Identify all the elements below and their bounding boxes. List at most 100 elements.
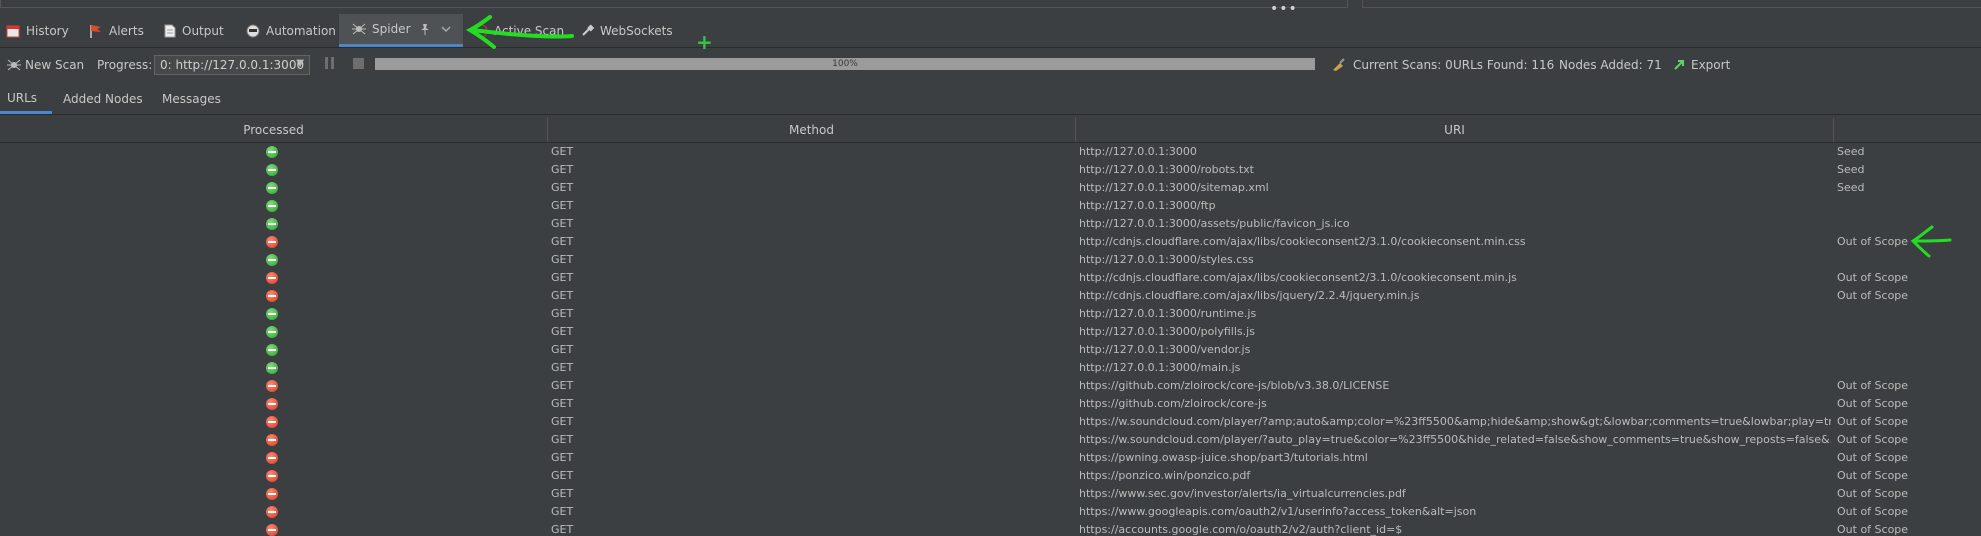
table-row[interactable]: GET https://accounts.google.com/o/oauth2/…: [0, 521, 1981, 536]
method-cell: GET: [551, 307, 574, 320]
column-header-method[interactable]: Method: [548, 118, 1076, 142]
method-cell: GET: [551, 523, 574, 536]
processed-blocked-icon: [266, 470, 278, 482]
table-row[interactable]: GET http://cdnjs.cloudflare.com/ajax/libs…: [0, 269, 1981, 287]
new-scan-button[interactable]: New Scan: [7, 50, 84, 80]
tab-output[interactable]: Output: [164, 14, 230, 47]
chevron-down-icon: ▼: [296, 58, 304, 69]
table-row[interactable]: GET http://127.0.0.1:3000 Seed: [0, 143, 1981, 161]
method-cell: GET: [551, 487, 574, 500]
table-row[interactable]: GET https://ponzico.win/ponzico.pdf Out of…: [0, 467, 1981, 485]
flags-cell: Seed: [1837, 181, 1865, 194]
pin-icon[interactable]: [419, 23, 431, 35]
spider-icon: [352, 22, 366, 36]
subtab-added-nodes[interactable]: Added Nodes: [63, 84, 143, 114]
method-cell: GET: [551, 235, 574, 248]
flags-cell: Seed: [1837, 163, 1865, 176]
table-row[interactable]: GET http://127.0.0.1:3000/assets/public/f…: [0, 215, 1981, 233]
tab-automation[interactable]: Automation: [246, 14, 336, 47]
table-row[interactable]: GET https://pwning.owasp-juice.shop/part3…: [0, 449, 1981, 467]
column-header-processed[interactable]: Processed: [0, 118, 548, 142]
table-row[interactable]: GET http://127.0.0.1:3000/styles.css: [0, 251, 1981, 269]
table-row[interactable]: GET http://127.0.0.1:3000/main.js: [0, 359, 1981, 377]
table-row[interactable]: GET http://127.0.0.1:3000/vendor.js: [0, 341, 1981, 359]
uri-cell: http://127.0.0.1:3000/main.js: [1079, 361, 1241, 374]
add-tab-button[interactable]: +: [696, 32, 713, 52]
flags-cell: Out of Scope: [1837, 235, 1909, 248]
splitter-handle[interactable]: •••: [1270, 2, 1298, 16]
uri-cell: https://accounts.google.com/o/oauth2/v2/…: [1079, 523, 1403, 536]
export-button[interactable]: Export: [1673, 50, 1730, 80]
column-header-uri[interactable]: URI: [1076, 118, 1834, 142]
chevron-down-icon[interactable]: [440, 25, 451, 33]
tab-websockets[interactable]: WebSockets: [580, 14, 680, 47]
flags-cell: [1837, 305, 1977, 323]
flags-cell: [1837, 359, 1977, 377]
tab-label: History: [26, 23, 69, 38]
table-row[interactable]: GET http://127.0.0.1:3000/ftp: [0, 197, 1981, 215]
processed-ok-icon: [266, 218, 278, 230]
processed-ok-icon: [266, 362, 278, 374]
tab-spider[interactable]: Spider: [339, 14, 463, 47]
table-row[interactable]: GET https://github.com/zloirock/core-js Ou…: [0, 395, 1981, 413]
uri-cell: http://127.0.0.1:3000/robots.txt: [1079, 163, 1254, 176]
method-cell: GET: [551, 325, 574, 338]
method-cell: GET: [551, 271, 574, 284]
bottom-panel-tabbar: History Alerts Output Automation Spider: [0, 14, 1981, 52]
table-row[interactable]: GET http://127.0.0.1:3000/sitemap.xml Seed: [0, 179, 1981, 197]
progress-select-value: 0: http://127.0.0.1:3000: [160, 58, 305, 72]
uri-cell: https://www.googleapis.com/oauth2/v1/use…: [1079, 505, 1477, 518]
uri-cell: http://cdnjs.cloudflare.com/ajax/libs/co…: [1079, 235, 1526, 248]
tab-active-scan[interactable]: Active Scan: [474, 14, 570, 47]
processed-blocked-icon: [266, 272, 278, 284]
subtab-label: URLs: [7, 90, 38, 105]
flags-cell: [1837, 341, 1977, 359]
uri-cell: http://cdnjs.cloudflare.com/ajax/libs/jq…: [1079, 289, 1420, 302]
table-row[interactable]: GET https://w.soundcloud.com/player/?auto…: [0, 431, 1981, 449]
method-cell: GET: [551, 343, 574, 356]
table-row[interactable]: GET https://www.sec.gov/investor/alerts/i…: [0, 485, 1981, 503]
processed-blocked-icon: [266, 416, 278, 428]
tab-alerts[interactable]: Alerts: [89, 14, 149, 47]
tab-label: Automation: [266, 23, 336, 38]
processed-blocked-icon: [266, 290, 278, 302]
uri-cell: http://127.0.0.1:3000/styles.css: [1079, 253, 1254, 266]
table-row[interactable]: GET https://w.soundcloud.com/player/?amp;…: [0, 413, 1981, 431]
table-row[interactable]: GET https://www.googleapis.com/oauth2/v1/…: [0, 503, 1981, 521]
method-cell: GET: [551, 379, 574, 392]
processed-blocked-icon: [266, 506, 278, 518]
table-row[interactable]: GET http://127.0.0.1:3000/polyfills.js: [0, 323, 1981, 341]
flags-cell: Out of Scope: [1837, 433, 1909, 446]
flags-cell: Out of Scope: [1837, 397, 1909, 410]
table-row[interactable]: GET http://cdnjs.cloudflare.com/ajax/libs…: [0, 233, 1981, 251]
method-cell: GET: [551, 361, 574, 374]
flags-cell: [1837, 215, 1977, 233]
method-cell: GET: [551, 505, 574, 518]
progress-select[interactable]: 0: http://127.0.0.1:3000 ▼: [154, 55, 310, 75]
subtab-urls[interactable]: URLs: [0, 84, 52, 114]
table-row[interactable]: GET http://127.0.0.1:3000/runtime.js: [0, 305, 1981, 323]
table-row[interactable]: GET https://github.com/zloirock/core-js/b…: [0, 377, 1981, 395]
processed-blocked-icon: [266, 236, 278, 248]
uri-cell: http://127.0.0.1:3000/vendor.js: [1079, 343, 1251, 356]
target-icon: [474, 24, 488, 38]
pause-button[interactable]: [325, 57, 335, 69]
uri-cell: https://ponzico.win/ponzico.pdf: [1079, 469, 1251, 482]
subtab-label: Messages: [162, 92, 221, 106]
tab-history[interactable]: History: [6, 14, 70, 47]
urls-table: Processed Method URI GET http://127.0.0.1…: [0, 118, 1981, 536]
uri-cell: https://github.com/zloirock/core-js: [1079, 397, 1267, 410]
table-row[interactable]: GET http://127.0.0.1:3000/robots.txt Seed: [0, 161, 1981, 179]
stop-button[interactable]: [353, 58, 364, 69]
subtab-messages[interactable]: Messages: [162, 84, 221, 114]
uri-cell: http://cdnjs.cloudflare.com/ajax/libs/co…: [1079, 271, 1517, 284]
processed-ok-icon: [266, 164, 278, 176]
nodes-added-label: Nodes Added: 71: [1559, 58, 1662, 72]
column-header-flags[interactable]: [1834, 118, 1981, 142]
processed-blocked-icon: [266, 380, 278, 392]
table-row[interactable]: GET http://cdnjs.cloudflare.com/ajax/libs…: [0, 287, 1981, 305]
calendar-icon: [6, 24, 20, 38]
method-cell: GET: [551, 415, 574, 428]
uri-cell: https://w.soundcloud.com/player/?amp;aut…: [1079, 415, 1831, 428]
flags-cell: Out of Scope: [1837, 379, 1909, 392]
